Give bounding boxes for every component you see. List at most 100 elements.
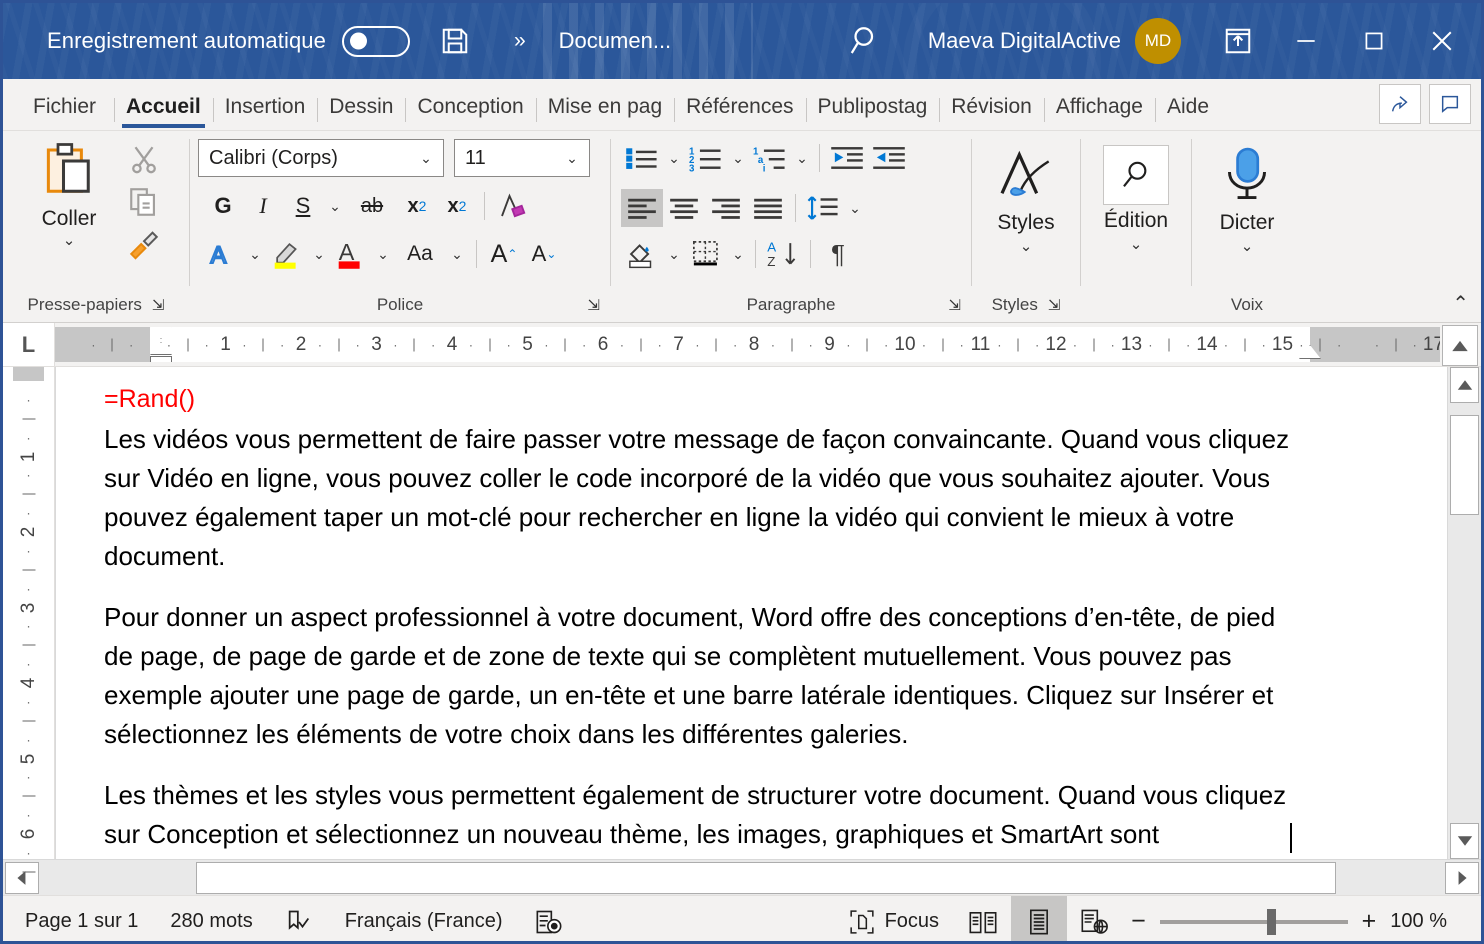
paste-button[interactable]: Coller ⌄ xyxy=(17,139,121,261)
strikethrough-button[interactable]: ab xyxy=(348,187,396,225)
language-indicator[interactable]: Français (France) xyxy=(329,896,519,942)
text-effects-icon[interactable]: A xyxy=(204,235,242,273)
chevron-down-icon[interactable]: ⌄ xyxy=(244,246,266,263)
text-highlight-icon[interactable] xyxy=(268,235,306,273)
horizontal-scroll-track[interactable] xyxy=(41,861,1443,894)
more-commands-label[interactable]: » xyxy=(514,29,526,53)
web-layout-button[interactable] xyxy=(1067,896,1123,942)
document-title[interactable]: Documen... xyxy=(559,28,672,54)
multilevel-list-icon[interactable]: 1 a i xyxy=(749,139,791,177)
font-size-combo[interactable]: 11 ⌄ xyxy=(454,139,590,177)
chevron-down-icon[interactable]: ⌄ xyxy=(324,198,346,215)
horizontal-scroll-thumb[interactable] xyxy=(196,861,1336,894)
chevron-down-icon[interactable]: ⌄ xyxy=(1130,237,1143,252)
scroll-down-button[interactable] xyxy=(1450,823,1479,859)
tab-stop-selector[interactable]: L xyxy=(3,323,55,366)
borders-icon[interactable] xyxy=(685,235,727,273)
sort-az-icon[interactable]: A Z xyxy=(762,235,804,273)
superscript-button[interactable]: x2 xyxy=(438,187,476,225)
editing-button[interactable]: Édition ⌄ xyxy=(1081,139,1191,252)
share-icon[interactable] xyxy=(1379,84,1421,124)
avatar[interactable]: MD xyxy=(1135,18,1181,64)
zoom-slider-thumb[interactable] xyxy=(1266,908,1276,935)
justify-icon[interactable] xyxy=(747,189,789,227)
ribbon-display-options-icon[interactable] xyxy=(1223,26,1253,56)
read-mode-button[interactable] xyxy=(955,896,1011,942)
clear-formatting-icon[interactable] xyxy=(493,187,531,225)
scroll-left-button[interactable] xyxy=(5,861,39,894)
font-color-icon[interactable]: A xyxy=(332,235,370,273)
subscript-button[interactable]: x2 xyxy=(398,187,436,225)
increase-indent-icon[interactable] xyxy=(868,139,910,177)
bold-button[interactable]: G xyxy=(204,187,242,225)
maximize-button[interactable] xyxy=(1345,3,1403,79)
document-page[interactable]: =Rand() Les vidéos vous permettent de fa… xyxy=(55,367,1447,859)
page-indicator[interactable]: Page 1 sur 1 xyxy=(3,896,154,942)
dialog-launcher-icon[interactable]: ⇲ xyxy=(587,296,600,314)
decrease-indent-icon[interactable] xyxy=(826,139,868,177)
numbered-list-icon[interactable]: 1 2 3 xyxy=(685,139,727,177)
word-count[interactable]: 280 mots xyxy=(154,896,268,942)
dialog-launcher-icon[interactable]: ⇲ xyxy=(152,296,165,314)
collapse-ribbon-icon[interactable]: ⌃ xyxy=(1452,291,1469,316)
tab-accueil[interactable]: Accueil xyxy=(114,96,213,130)
dialog-launcher-icon[interactable]: ⇲ xyxy=(1048,296,1061,314)
align-center-icon[interactable] xyxy=(663,189,705,227)
tab-publipostage[interactable]: Publipostag xyxy=(805,96,940,130)
ruler-track[interactable]: 12345678910111213141517·················… xyxy=(55,327,1440,362)
chevron-down-icon[interactable]: ⌄ xyxy=(727,246,749,263)
tab-aide[interactable]: Aide xyxy=(1155,96,1221,130)
cut-button[interactable] xyxy=(127,143,161,177)
print-layout-button[interactable] xyxy=(1011,895,1068,941)
tab-revision[interactable]: Révision xyxy=(939,96,1044,130)
dictate-button[interactable]: Dicter ⌄ xyxy=(1192,139,1302,254)
align-left-icon[interactable] xyxy=(621,189,663,227)
copy-button[interactable] xyxy=(127,185,161,219)
zoom-slider[interactable] xyxy=(1159,908,1348,935)
autosave-toggle[interactable] xyxy=(341,25,410,57)
left-indent-marker[interactable] xyxy=(150,356,172,362)
comment-icon[interactable] xyxy=(1429,84,1471,124)
tab-conception[interactable]: Conception xyxy=(405,96,535,130)
zoom-percentage[interactable]: 100 % xyxy=(1390,910,1465,933)
chevron-down-icon[interactable]: ⌄ xyxy=(372,246,394,263)
tab-mise-en-page[interactable]: Mise en pag xyxy=(535,96,674,130)
minimize-button[interactable] xyxy=(1277,3,1335,79)
chevron-down-icon[interactable]: ⌄ xyxy=(663,246,685,263)
editing-find-icon[interactable] xyxy=(1103,145,1169,205)
tab-affichage[interactable]: Affichage xyxy=(1043,96,1155,130)
italic-button[interactable]: I xyxy=(244,187,282,225)
horizontal-scrollbar[interactable] xyxy=(3,859,1481,895)
zoom-control[interactable]: − + 100 % xyxy=(1123,908,1481,935)
accessibility-checker-icon[interactable] xyxy=(519,896,579,942)
vertical-scroll-thumb[interactable] xyxy=(1450,415,1479,515)
close-button[interactable] xyxy=(1413,3,1471,79)
styles-button[interactable]: Styles ⌄ xyxy=(972,139,1080,254)
tab-dessin[interactable]: Dessin xyxy=(317,96,405,130)
bullet-list-icon[interactable] xyxy=(621,139,663,177)
chevron-down-icon[interactable]: ⌄ xyxy=(308,246,330,263)
dialog-launcher-icon[interactable]: ⇲ xyxy=(948,296,961,314)
grow-font-button[interactable]: A ⌃ xyxy=(485,235,523,273)
scroll-right-button[interactable] xyxy=(1445,861,1479,894)
change-case-button[interactable]: Aa xyxy=(396,235,444,273)
chevron-down-icon[interactable]: ⌄ xyxy=(727,150,749,167)
zoom-in-button[interactable]: + xyxy=(1362,909,1377,934)
show-formatting-marks-button[interactable]: ¶ xyxy=(817,235,859,273)
font-family-combo[interactable]: Calibri (Corps) ⌄ xyxy=(198,139,444,177)
scroll-up-ruler-button[interactable] xyxy=(1442,325,1478,366)
chevron-down-icon[interactable]: ⌄ xyxy=(63,233,76,248)
user-name[interactable]: Maeva DigitalActive xyxy=(928,28,1121,54)
scroll-up-button[interactable] xyxy=(1450,367,1479,403)
tab-references[interactable]: Références xyxy=(674,96,805,130)
tab-fichier[interactable]: Fichier xyxy=(21,96,114,130)
line-spacing-icon[interactable] xyxy=(802,189,844,227)
chevron-down-icon[interactable]: ⌄ xyxy=(446,246,468,263)
underline-button[interactable]: S xyxy=(284,187,322,225)
search-icon[interactable] xyxy=(848,23,884,59)
focus-mode-button[interactable]: Focus xyxy=(833,896,955,942)
chevron-down-icon[interactable]: ⌄ xyxy=(844,200,866,217)
proofing-icon[interactable] xyxy=(269,896,329,942)
align-right-icon[interactable] xyxy=(705,189,747,227)
chevron-down-icon[interactable]: ⌄ xyxy=(791,150,813,167)
